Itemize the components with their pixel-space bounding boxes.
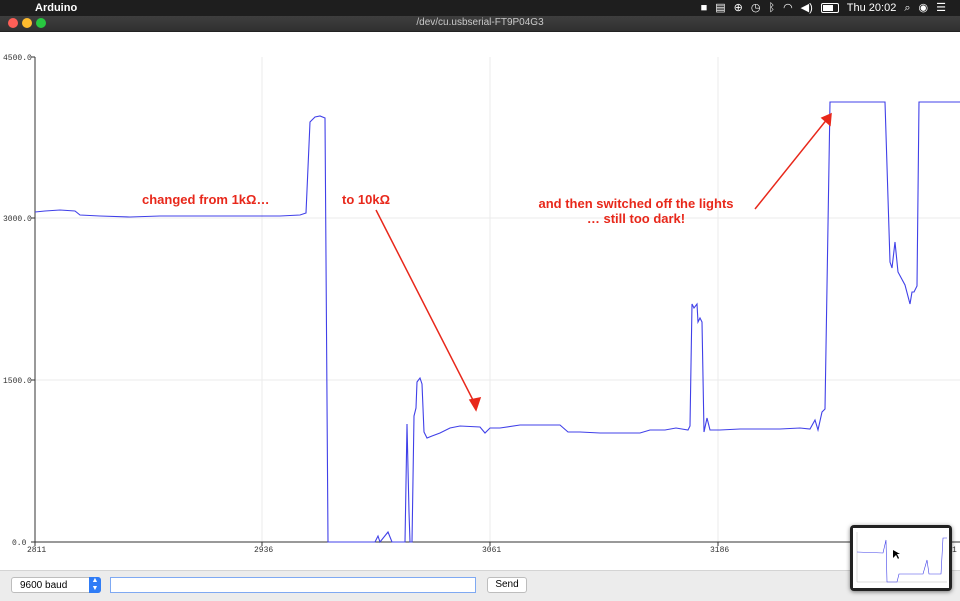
- plotter-toolbar: 9600 baud ▲ ▼ Send: [0, 570, 960, 601]
- serial-input-field[interactable]: [110, 577, 476, 593]
- thumbnail-preview: [853, 528, 949, 588]
- bluetooth-icon[interactable]: ᛒ: [768, 1, 775, 15]
- serial-data-line: [34, 101, 960, 544]
- status-icon-1[interactable]: ■: [701, 1, 708, 15]
- y-tick-label: 0.0: [12, 539, 27, 548]
- clock-text[interactable]: Thu 20:02: [847, 1, 897, 15]
- chevron-updown-icon: ▲ ▼: [89, 577, 101, 593]
- x-tick-label: 2811: [27, 546, 46, 555]
- x-tick-label: 1: [952, 546, 957, 555]
- baud-rate-select[interactable]: 9600 baud ▲ ▼: [11, 577, 101, 593]
- annotation-text: changed from 1kΩ…: [142, 192, 269, 207]
- app-menu-name[interactable]: Arduino: [35, 2, 77, 14]
- battery-icon[interactable]: [820, 3, 839, 13]
- volume-icon[interactable]: ◀): [801, 1, 813, 15]
- y-tick-label: 4500.0: [3, 54, 32, 63]
- globe-icon[interactable]: ⊕: [734, 1, 743, 15]
- plot-svg: 4500.0 3000.0 1500.0 0.0 2811 2936 3061 …: [3, 54, 960, 555]
- annotation-text: … still too dark!: [587, 211, 685, 226]
- serial-plotter-area: 4500.0 3000.0 1500.0 0.0 2811 2936 3061 …: [0, 32, 960, 570]
- screenshot-thumbnail[interactable]: [850, 525, 952, 591]
- axes: [31, 56, 960, 546]
- x-tick-label: 3061: [482, 546, 501, 555]
- x-tick-label: 3186: [710, 546, 729, 555]
- send-button[interactable]: Send: [487, 577, 527, 593]
- menu-bar: Arduino ■ ▤ ⊕ ◷ ᛒ ◠ ◀) Thu 20:02 ⌕ ◉ ☰: [0, 0, 960, 16]
- status-icon-2[interactable]: ▤: [715, 1, 725, 15]
- x-tick-label: 2936: [254, 546, 273, 555]
- window-title-bar: /dev/cu.usbserial-FT9P04G3: [0, 16, 960, 32]
- window-title: /dev/cu.usbserial-FT9P04G3: [416, 17, 544, 28]
- status-icons: ■ ▤ ⊕ ◷ ᛒ ◠ ◀) Thu 20:02 ⌕ ◉ ☰: [701, 1, 946, 15]
- annotation-text: to 10kΩ: [342, 192, 390, 207]
- grid: [35, 57, 960, 542]
- wifi-icon[interactable]: ◠: [783, 1, 793, 15]
- baud-rate-value: 9600 baud: [20, 580, 68, 591]
- clock-icon[interactable]: ◷: [751, 1, 761, 15]
- siri-icon[interactable]: ◉: [919, 1, 929, 15]
- annotation-text: and then switched off the lights: [539, 196, 734, 211]
- thumbnail-svg: [856, 532, 947, 583]
- control-center-icon[interactable]: ☰: [936, 1, 946, 15]
- y-tick-label: 3000.0: [3, 215, 32, 224]
- y-tick-label: 1500.0: [3, 377, 32, 386]
- annotation-arrows: [375, 112, 832, 412]
- search-icon[interactable]: ⌕: [904, 1, 910, 15]
